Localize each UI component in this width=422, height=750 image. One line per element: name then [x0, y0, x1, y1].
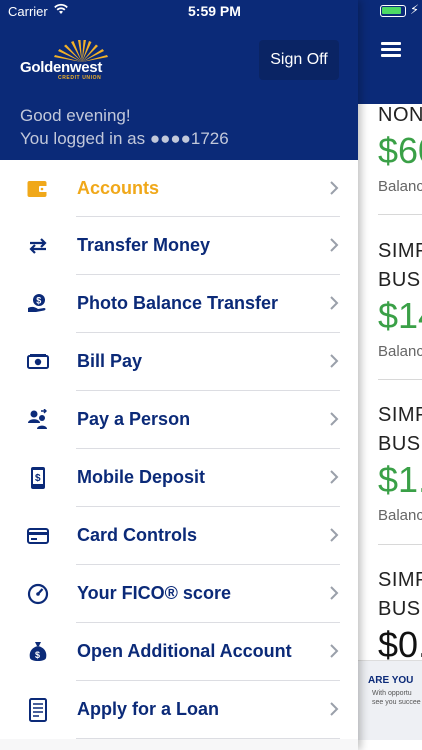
logo-subtext: CREDIT UNION: [58, 75, 102, 81]
divider: [378, 544, 422, 545]
accounts-screen-header: ⚡: [358, 0, 422, 104]
account-name: BUSI: [378, 598, 422, 620]
menu-item-mobile-deposit[interactable]: $ Mobile Deposit: [0, 449, 358, 507]
chevron-right-icon: [330, 296, 339, 310]
charging-bolt-icon: ⚡: [410, 2, 420, 17]
menu-item-apply-for-loan[interactable]: Apply for a Loan: [0, 681, 358, 739]
chevron-right-icon: [330, 238, 339, 252]
logged-in-text: You logged in as ●●●●1726: [20, 129, 229, 148]
promo-banner[interactable]: ARE YOU With opportu see you succee: [358, 660, 422, 740]
menu-item-label: Pay a Person: [77, 409, 191, 429]
account-name: SIMP: [378, 240, 422, 262]
menu-item-label: Transfer Money: [77, 235, 211, 255]
chevron-right-icon: [330, 412, 339, 426]
account-amount: $1.: [378, 459, 422, 500]
account-name: BUSI: [378, 269, 422, 291]
gauge-icon: [26, 582, 50, 606]
menu-item-bill-pay[interactable]: Bill Pay: [0, 333, 358, 391]
menu-item-label: Apply for a Loan: [77, 699, 220, 719]
menu-item-label: Your FICO® score: [77, 583, 231, 603]
hand-money-icon: $: [26, 292, 50, 316]
money-bag-icon: $: [26, 640, 50, 664]
people-transfer-icon: [26, 408, 50, 432]
chevron-right-icon: [330, 586, 339, 600]
promo-subtext: With opportu see you succee: [372, 689, 421, 707]
account-name: BUSI: [378, 433, 422, 455]
transfer-arrows-icon: [26, 234, 50, 258]
chevron-right-icon: [330, 181, 339, 195]
battery-icon: [380, 5, 406, 17]
menu-item-accounts[interactable]: Accounts: [0, 160, 358, 217]
account-card[interactable]: SIMP BUSI $14 Balanc: [378, 237, 422, 360]
chevron-right-icon: [330, 470, 339, 484]
account-balance-label: Balanc: [378, 178, 422, 195]
sign-off-button[interactable]: Sign Off: [259, 40, 339, 80]
divider: [378, 214, 422, 215]
credit-card-icon: [26, 524, 50, 548]
account-card[interactable]: NON $60 Balanc: [378, 101, 422, 195]
menu-item-label: Mobile Deposit: [77, 467, 206, 487]
account-balance-label: Balanc: [378, 343, 422, 360]
promo-title: ARE YOU: [368, 675, 414, 686]
logo-text: Goldenwest: [20, 59, 103, 76]
svg-text:$: $: [35, 650, 40, 660]
wifi-icon: [54, 3, 68, 14]
status-time: 5:59 PM: [188, 3, 241, 19]
menu-item-pay-a-person[interactable]: Pay a Person: [0, 391, 358, 449]
bill-cash-icon: [26, 350, 50, 374]
account-card[interactable]: SIMP BUSI $1. Balanc: [378, 401, 422, 524]
menu-item-label: Card Controls: [77, 525, 198, 545]
document-icon: [26, 698, 50, 722]
account-card[interactable]: SIMP BUSI $0.: [378, 566, 422, 666]
chevron-right-icon: [330, 644, 339, 658]
menu-header: Carrier 5:59 PM Goldenwest CREDIT UNION …: [0, 0, 358, 160]
account-amount: $14: [378, 295, 422, 336]
side-menu: Carrier 5:59 PM Goldenwest CREDIT UNION …: [0, 0, 358, 750]
goldenwest-logo: Goldenwest CREDIT UNION: [20, 40, 115, 81]
status-carrier: Carrier: [8, 4, 48, 19]
mobile-check-icon: $: [26, 466, 50, 490]
accounts-screen-peek[interactable]: ⚡ NON $60 Balanc SIMP BUSI $14 Balanc SI…: [358, 0, 422, 750]
account-name: NON: [378, 104, 422, 126]
menu-item-fico-score[interactable]: Your FICO® score: [0, 565, 358, 623]
menu-item-card-controls[interactable]: Card Controls: [0, 507, 358, 565]
hamburger-menu-icon[interactable]: [381, 42, 401, 57]
menu-item-label: Photo Balance Transfer: [77, 293, 279, 313]
chevron-right-icon: [330, 528, 339, 542]
account-amount: $60: [378, 130, 422, 171]
menu-item-open-additional-account[interactable]: $ Open Additional Account: [0, 623, 358, 681]
menu-item-label: Bill Pay: [77, 351, 143, 371]
menu-list: Accounts Transfer Money $ Photo Balance …: [0, 160, 358, 739]
chevron-right-icon: [330, 702, 339, 716]
svg-text:$: $: [36, 296, 41, 306]
greeting-text: Good evening!: [20, 106, 131, 125]
divider: [378, 379, 422, 380]
account-name: SIMP: [378, 404, 422, 426]
account-balance-label: Balanc: [378, 507, 422, 524]
menu-item-photo-balance-transfer[interactable]: $ Photo Balance Transfer: [0, 275, 358, 333]
wallet-icon: [26, 177, 50, 201]
promo-subtext-line: With opportu: [372, 690, 412, 697]
promo-subtext-line: see you succee: [372, 699, 421, 706]
chevron-right-icon: [330, 354, 339, 368]
menu-item-label: Open Additional Account: [77, 641, 292, 661]
account-name: SIMP: [378, 569, 422, 591]
menu-item-label: Accounts: [77, 178, 160, 198]
svg-text:$: $: [35, 473, 41, 484]
menu-item-transfer-money[interactable]: Transfer Money: [0, 217, 358, 275]
